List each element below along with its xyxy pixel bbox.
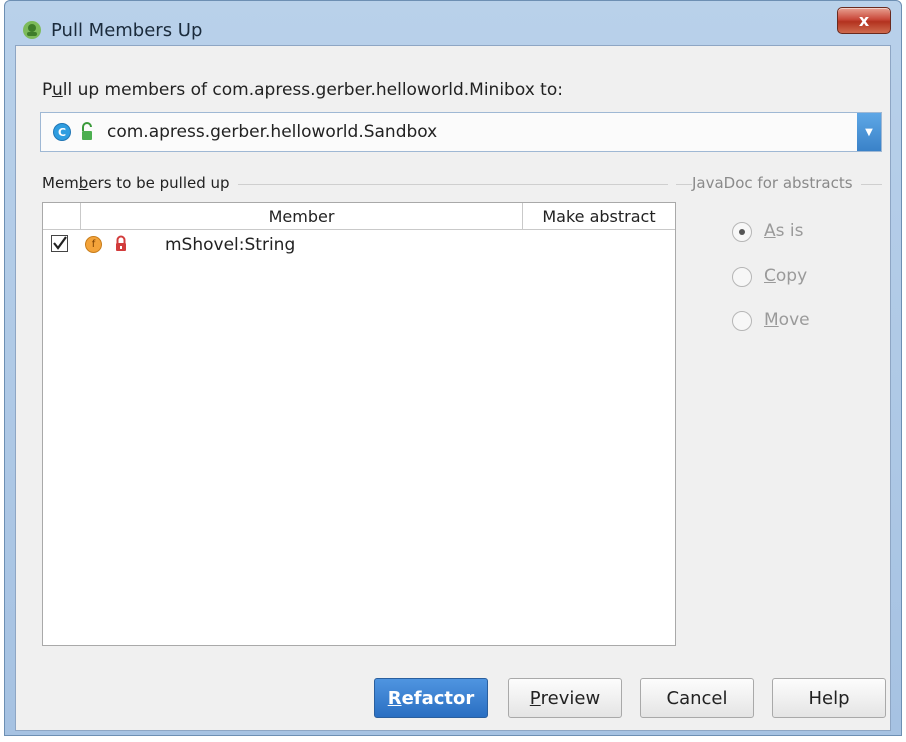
private-lock-icon — [116, 235, 126, 251]
radio-button[interactable] — [732, 222, 752, 242]
preview-button[interactable]: Preview — [508, 678, 622, 718]
radio-button[interactable] — [732, 267, 752, 287]
member-checkbox[interactable] — [51, 235, 68, 252]
dialog-window: Pull Members Up x Pull up members of com… — [4, 0, 902, 736]
member-name: mShovel:String — [165, 235, 296, 255]
radio-button[interactable] — [732, 311, 752, 331]
members-section-title: Members to be pulled up — [42, 174, 238, 192]
window-title: Pull Members Up — [51, 20, 203, 41]
members-table[interactable]: Member Make abstract f mShovel:String — [42, 202, 676, 646]
checkbox-column-header[interactable] — [43, 203, 81, 229]
make-abstract-column-header[interactable]: Make abstract — [523, 203, 675, 229]
field-icon: f — [85, 236, 102, 253]
close-icon: x — [858, 11, 870, 30]
target-class-value: com.apress.gerber.helloworld.Sandbox — [107, 122, 438, 142]
class-icon: C — [53, 123, 71, 141]
radio-label: Copy — [764, 266, 808, 286]
refactor-button[interactable]: Refactor — [374, 678, 488, 718]
dialog-content: Pull up members of com.apress.gerber.hel… — [15, 45, 891, 731]
dropdown-arrow-icon[interactable]: ▼ — [857, 113, 881, 151]
help-button[interactable]: Help — [772, 678, 886, 718]
checkmark-icon — [53, 236, 67, 250]
unlocked-icon — [82, 122, 92, 140]
radio-label: Move — [764, 310, 810, 330]
table-header: Member Make abstract — [43, 203, 675, 230]
target-class-combobox[interactable]: C com.apress.gerber.helloworld.Sandbox ▼ — [40, 112, 882, 152]
android-studio-icon — [23, 21, 41, 39]
radio-label: As is — [764, 221, 804, 241]
table-row[interactable]: f mShovel:String — [43, 229, 675, 263]
close-button[interactable]: x — [837, 7, 891, 34]
javadoc-section-title: JavaDoc for abstracts — [692, 174, 861, 192]
radio-selected-dot — [739, 229, 745, 235]
title-bar[interactable]: Pull Members Up x — [5, 1, 901, 45]
pull-up-label: Pull up members of com.apress.gerber.hel… — [42, 80, 563, 100]
cancel-button[interactable]: Cancel — [640, 678, 754, 718]
member-column-header[interactable]: Member — [81, 203, 523, 229]
